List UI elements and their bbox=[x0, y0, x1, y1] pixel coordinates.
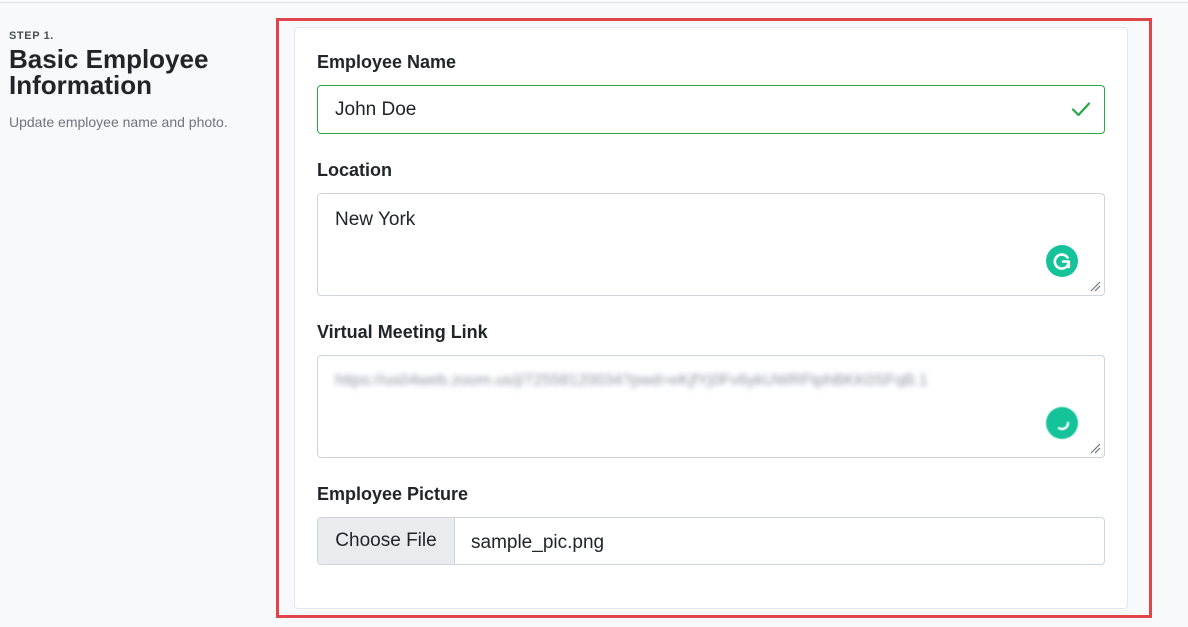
section-title: Basic Employee Information bbox=[9, 46, 264, 98]
grammarly-icon[interactable] bbox=[1046, 245, 1078, 277]
choose-file-button[interactable]: Choose File bbox=[318, 518, 455, 564]
resize-handle-icon[interactable] bbox=[1089, 280, 1101, 292]
meeting-link-label: Virtual Meeting Link bbox=[317, 322, 488, 342]
employee-name-input[interactable]: John Doe bbox=[317, 85, 1105, 134]
meeting-link-textarea[interactable]: https://us04web.zoom.us/j/72558120034?pw… bbox=[317, 355, 1105, 458]
step-intro: STEP 1. Basic Employee Information Updat… bbox=[9, 30, 264, 130]
top-divider bbox=[0, 2, 1188, 3]
section-subtitle: Update employee name and photo. bbox=[9, 114, 228, 130]
check-icon bbox=[1071, 102, 1091, 117]
employee-name-label: Employee Name bbox=[317, 52, 457, 72]
step-label: STEP 1. bbox=[9, 30, 54, 42]
section-title-line-2: Information bbox=[9, 70, 152, 100]
employee-picture-label: Employee Picture bbox=[317, 484, 469, 504]
section-title-line-1: Basic Employee bbox=[9, 44, 209, 74]
grammarly-loading-icon[interactable] bbox=[1046, 407, 1078, 439]
location-textarea[interactable]: New York bbox=[317, 193, 1105, 296]
location-label: Location bbox=[317, 160, 392, 180]
resize-handle-icon[interactable] bbox=[1089, 442, 1101, 454]
employee-picture-file-input[interactable]: Choose File sample_pic.png bbox=[317, 517, 1105, 565]
selected-file-name: sample_pic.png bbox=[471, 532, 605, 553]
meeting-link-value: https://us04web.zoom.us/j/72558120034?pw… bbox=[335, 372, 928, 389]
location-value: New York bbox=[335, 209, 416, 230]
employee-name-value: John Doe bbox=[335, 99, 417, 120]
